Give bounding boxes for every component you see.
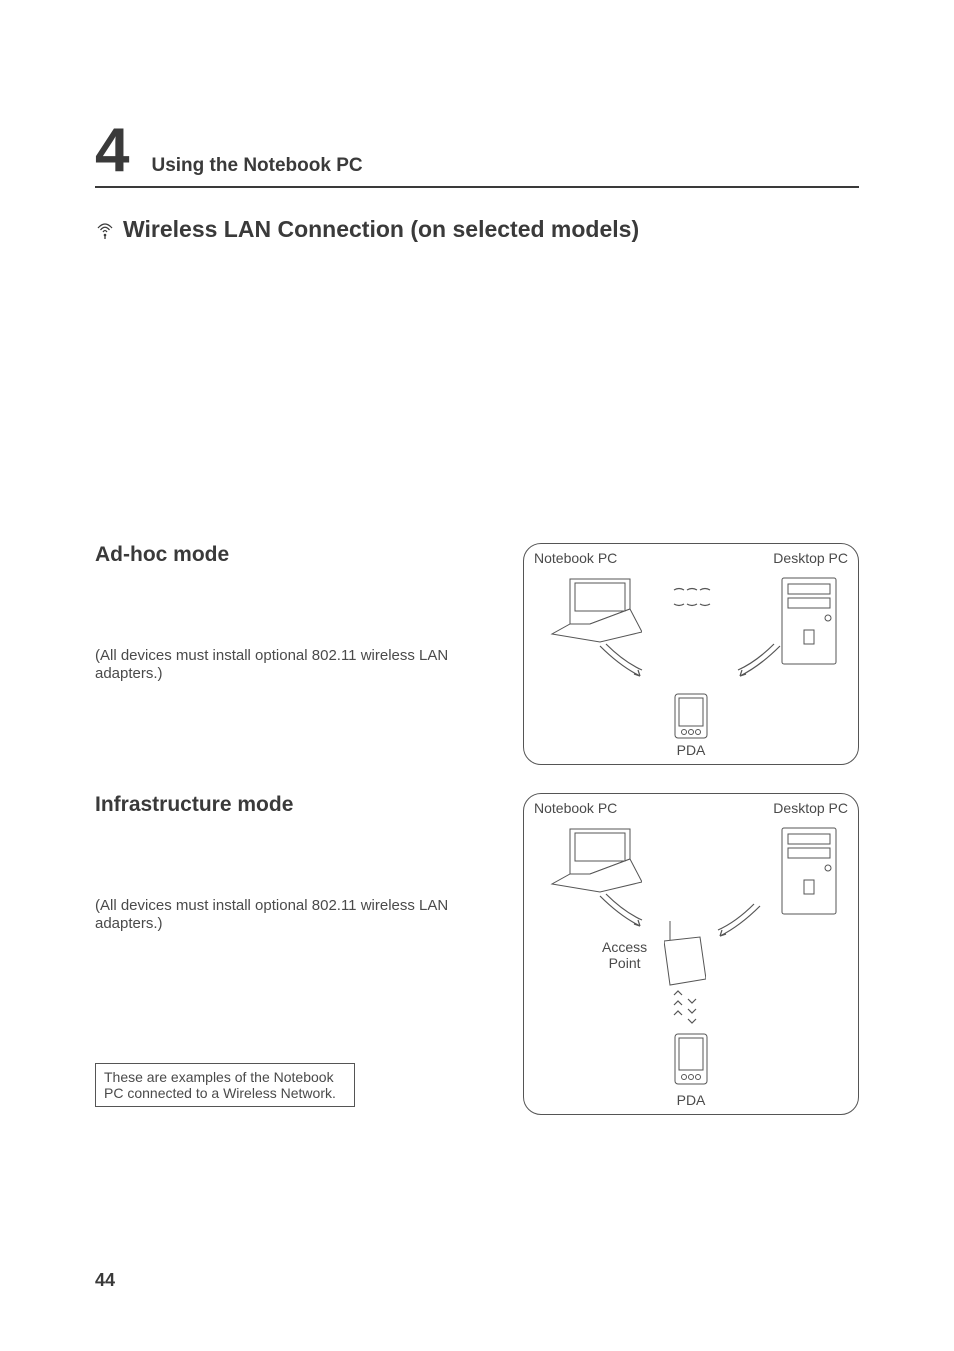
signal-curve-icon: [714, 902, 764, 942]
signal-curve-icon: [596, 892, 646, 932]
infra-text: Infrastructure mode (All devices must in…: [95, 793, 503, 1107]
infra-notebook-label: Notebook PC: [534, 800, 617, 816]
infrastructure-mode-block: Infrastructure mode (All devices must in…: [95, 793, 859, 1115]
chapter-number: 4: [95, 120, 129, 182]
signal-waves-icon: [664, 989, 704, 1031]
access-point-icon: [664, 919, 706, 989]
infra-heading: Infrastructure mode: [95, 793, 503, 817]
chapter-header: 4 Using the Notebook PC: [95, 120, 859, 188]
desktop-icon: [778, 574, 840, 669]
infra-desktop-label: Desktop PC: [773, 800, 848, 816]
adhoc-desktop-label: Desktop PC: [773, 550, 848, 566]
callout-box: These are examples of the Notebook PC co…: [95, 1063, 355, 1107]
pda-icon: [671, 1032, 711, 1088]
infra-pda-label: PDA: [677, 1092, 706, 1108]
infra-ap-label: Access Point: [602, 939, 647, 971]
adhoc-note: (All devices must install optional 802.1…: [95, 647, 455, 683]
adhoc-heading: Ad-hoc mode: [95, 543, 503, 567]
signal-waves-icon: [669, 584, 719, 614]
signal-curve-icon: [596, 642, 646, 682]
desktop-icon: [778, 824, 840, 919]
section-title: Wireless LAN Connection (on selected mod…: [123, 216, 639, 243]
section-heading-row: Wireless LAN Connection (on selected mod…: [95, 216, 859, 243]
pda-icon: [671, 692, 711, 742]
chapter-title: Using the Notebook PC: [151, 155, 362, 177]
adhoc-diagram: Notebook PC Desktop PC PDA: [523, 543, 859, 765]
page-number: 44: [95, 1270, 115, 1291]
notebook-icon: [542, 574, 642, 644]
adhoc-pda-label: PDA: [677, 742, 706, 758]
adhoc-notebook-label: Notebook PC: [534, 550, 617, 566]
adhoc-mode-block: Ad-hoc mode (All devices must install op…: [95, 543, 859, 765]
signal-curve-icon: [734, 642, 784, 682]
adhoc-text: Ad-hoc mode (All devices must install op…: [95, 543, 503, 683]
wireless-icon: [95, 220, 115, 240]
notebook-icon: [542, 824, 642, 894]
infra-note: (All devices must install optional 802.1…: [95, 897, 455, 933]
infra-diagram: Notebook PC Desktop PC PDA Access Point: [523, 793, 859, 1115]
